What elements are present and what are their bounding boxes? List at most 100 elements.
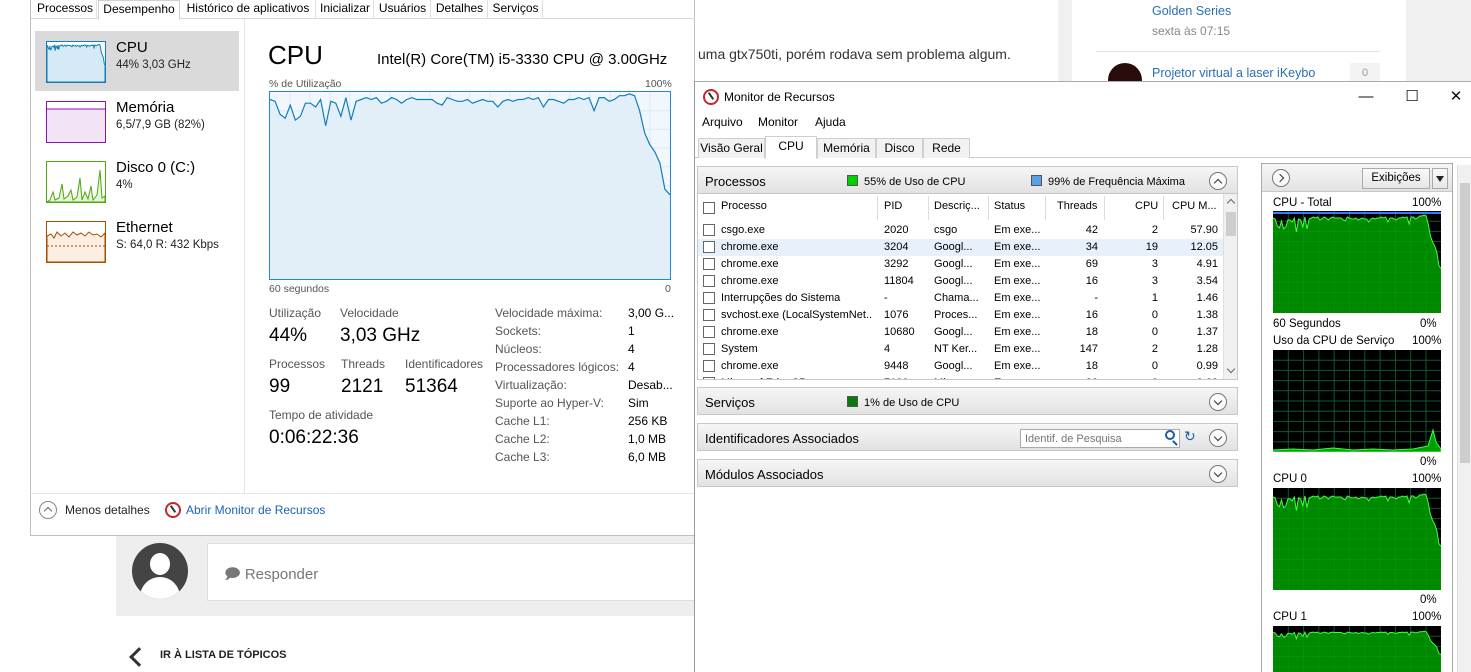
column-header-cpu[interactable]: CPU (1135, 200, 1158, 212)
cpu-usage-indicator: 55% de Uso de CPU (847, 175, 966, 188)
associated-modules-section-header[interactable]: Módulos Associados (697, 459, 1238, 487)
chevron-down-icon[interactable] (1209, 393, 1227, 411)
tab-app-history[interactable]: Histórico de aplicativos (181, 0, 316, 19)
chevron-up-icon[interactable] (1209, 172, 1227, 190)
detail-value: 6,0 MB (628, 450, 667, 464)
sidebar-item-sub: 6,5/7,9 GB (82%) (116, 119, 205, 131)
process-table-scrollbar[interactable] (1223, 194, 1237, 379)
views-button[interactable]: Exibições (1362, 168, 1430, 189)
sidebar-item-memory[interactable]: Memória 6,5/7,9 GB (82%) (35, 91, 239, 151)
tab-startup[interactable]: Inicializar (317, 0, 374, 19)
table-cell: Googl... (934, 360, 973, 372)
table-row[interactable]: Interrupções do Sistema - Chama... Em exe..… (698, 290, 1223, 307)
max-frequency-swatch (1031, 175, 1042, 186)
column-separator[interactable] (1104, 196, 1105, 220)
table-row[interactable]: svchost.exe (LocalSystemNet... 1076 Proces… (698, 307, 1223, 324)
cpu1-chart (1272, 626, 1442, 672)
maximize-button[interactable]: ☐ (1397, 86, 1427, 108)
detail-label: Virtualização: (495, 378, 567, 392)
row-checkbox[interactable] (703, 292, 715, 304)
detail-label: Cache L1: (495, 414, 550, 428)
graph-x-label: 60 segundos (269, 283, 330, 295)
tab-details[interactable]: Detalhes (432, 0, 488, 19)
select-all-checkbox[interactable] (703, 202, 715, 214)
table-cell: Em exe... (994, 377, 1042, 379)
views-dropdown-arrow-icon[interactable] (1432, 168, 1448, 189)
related-topic-link[interactable]: Golden Series (1152, 4, 1231, 18)
detail-label: Suporte ao Hyper-V: (495, 396, 604, 410)
tab-services[interactable]: Serviços (489, 0, 543, 19)
row-checkbox[interactable] (703, 309, 715, 321)
reply-input[interactable]: 🗩︎ Responder (207, 543, 707, 601)
table-row[interactable]: csgo.exe 2020 csgo Em exe... 42 2 57.90 (698, 222, 1223, 239)
row-checkbox[interactable] (703, 224, 715, 236)
tab-memory[interactable]: Memória (817, 138, 876, 158)
column-separator[interactable] (877, 196, 878, 220)
column-separator[interactable] (988, 196, 989, 220)
column-header-process[interactable]: Processo (721, 200, 767, 212)
tab-cpu[interactable]: CPU (765, 136, 817, 159)
scrollbar-thumb[interactable] (1226, 212, 1236, 236)
tab-processes[interactable]: Processos (34, 0, 97, 19)
table-row[interactable]: chrome.exe 11804 Googl... Em exe... 16 3 3.54 (698, 273, 1223, 290)
graph-title: CPU 1 (1273, 611, 1307, 623)
related-topic-link[interactable]: Projetor virtual a laser iKeybo (1152, 66, 1315, 80)
tab-users[interactable]: Usuários (375, 0, 431, 19)
processes-section-header[interactable]: Processos 55% de Uso de CPU 99% de Frequ… (697, 166, 1238, 194)
table-row[interactable]: chrome.exe 3292 Googl... Em exe... 69 3 4.91 (698, 256, 1223, 273)
table-row[interactable]: chrome.exe 9448 Googl... Em exe... 18 0 0.99 (698, 358, 1223, 375)
menu-file[interactable]: Arquivo (702, 115, 743, 129)
back-to-topics-link[interactable]: IR À LISTA DE TÓPICOS (160, 649, 287, 661)
tab-performance[interactable]: Desempenho (98, 0, 180, 20)
associated-handles-section-header[interactable]: Identificadores Associados ↻ (697, 423, 1238, 451)
handle-search-input[interactable] (1020, 429, 1180, 448)
column-separator[interactable] (928, 196, 929, 220)
fewer-details-button[interactable]: Menos detalhes (65, 503, 150, 517)
chevron-down-icon[interactable] (1209, 429, 1227, 447)
column-header-status[interactable]: Status (994, 200, 1025, 212)
table-row[interactable]: System 4 NT Ker... Em exe... 147 2 1.28 (698, 341, 1223, 358)
sidebar-item-disk[interactable]: Disco 0 (C:) 4% (35, 151, 239, 211)
table-cell: 7100 (884, 377, 924, 379)
minimize-button[interactable]: — (1351, 86, 1381, 108)
table-row[interactable]: chrome.exe 10680 Googl... Em exe... 18 0 1.37 (698, 324, 1223, 341)
chevron-down-icon[interactable] (1209, 465, 1227, 483)
column-separator[interactable] (1045, 196, 1046, 220)
column-header-description[interactable]: Descriç... (934, 200, 980, 212)
menu-help[interactable]: Ajuda (815, 115, 846, 129)
column-header-avg-cpu[interactable]: CPU M... (1172, 200, 1217, 212)
search-icon[interactable] (1165, 430, 1175, 440)
row-checkbox[interactable] (703, 275, 715, 287)
column-header-threads[interactable]: Threads (1057, 200, 1097, 212)
row-checkbox[interactable] (703, 377, 715, 379)
row-checkbox[interactable] (703, 258, 715, 270)
column-header-pid[interactable]: PID (884, 200, 902, 212)
scroll-up-arrow-icon[interactable] (1226, 198, 1236, 208)
graph-pane-scrollbar[interactable] (1457, 165, 1471, 672)
tab-network[interactable]: Rede (923, 138, 970, 158)
close-button[interactable]: ✕ (1441, 86, 1471, 108)
row-checkbox[interactable] (703, 241, 715, 253)
open-resource-monitor-link[interactable]: Abrir Monitor de Recursos (186, 503, 325, 517)
services-section-header[interactable]: Serviços 1% de Uso de CPU (697, 387, 1238, 415)
usage-area (1273, 494, 1441, 590)
tab-disk[interactable]: Disco (876, 138, 923, 158)
chevron-up-icon[interactable] (39, 501, 57, 519)
refresh-icon[interactable]: ↻ (1184, 428, 1196, 445)
menu-monitor[interactable]: Monitor (758, 115, 798, 129)
scroll-down-arrow-icon[interactable] (1226, 364, 1236, 374)
chevron-right-icon[interactable] (1272, 169, 1290, 187)
table-cell: 1076 (884, 309, 909, 321)
column-separator[interactable] (1163, 196, 1164, 220)
graph-title: CPU - Total (1273, 197, 1332, 209)
row-checkbox[interactable] (703, 343, 715, 355)
table-row[interactable]: MicrosoftEdgeCP.exe 7100 Micro... Em exe...… (698, 375, 1223, 379)
tab-overview[interactable]: Visão Geral (698, 138, 765, 158)
table-cell: 0 (1108, 377, 1158, 379)
row-checkbox[interactable] (703, 326, 715, 338)
scrollbar-thumb[interactable] (1460, 183, 1470, 463)
row-checkbox[interactable] (703, 360, 715, 372)
table-row[interactable]: chrome.exe 3204 Googl... Em exe... 34 19 12.05 (698, 239, 1223, 256)
sidebar-item-ethernet[interactable]: Ethernet S: 64,0 R: 432 Kbps (35, 211, 239, 271)
sidebar-item-cpu[interactable]: CPU 44% 3,03 GHz (35, 31, 239, 91)
